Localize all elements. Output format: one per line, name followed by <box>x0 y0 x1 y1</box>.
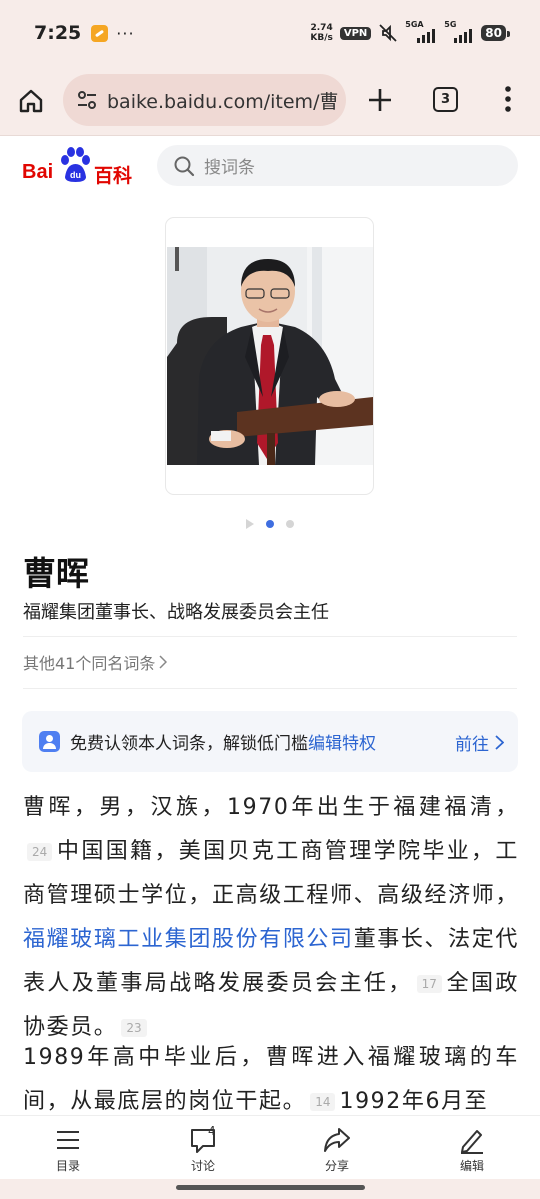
network-speed-value: 2.74 <box>310 23 333 33</box>
chevron-right-icon <box>495 735 504 750</box>
claim-text-prefix: 免费认领本人词条，解锁低门槛 <box>70 734 308 754</box>
reference-marker[interactable]: 23 <box>121 1019 147 1037</box>
summary-text: 中国国籍，美国贝克工商管理学院毕业，工商管理硕士学位，正高级工程师、高级经济师， <box>23 839 519 908</box>
other-entries-label[interactable]: 其他41个同名词条 <box>23 650 155 674</box>
discuss-count: 4 <box>208 1124 216 1138</box>
chevron-right-icon <box>159 655 168 669</box>
home-gesture-bar[interactable] <box>176 1185 365 1190</box>
toc-label: 目录 <box>55 1159 80 1173</box>
notification-app-icon <box>91 24 109 42</box>
list-icon <box>57 1131 79 1149</box>
discuss-label: 讨论 <box>190 1159 215 1173</box>
pencil-icon <box>461 1130 483 1154</box>
new-tab-icon[interactable] <box>366 86 394 114</box>
claim-go-button[interactable]: 前往 <box>455 730 504 755</box>
discuss-button[interactable]: 4 讨论 <box>163 1124 243 1174</box>
logo-text-du: du <box>70 170 81 180</box>
share-label: 分享 <box>324 1159 349 1173</box>
signal-5g-icon: 5G <box>444 20 474 43</box>
network-speed: 2.74 KB/s <box>310 23 332 43</box>
reference-marker[interactable]: 17 <box>416 975 442 993</box>
summary-text: 曹晖，男，汉族，1970年出生于福建福清， <box>23 795 519 820</box>
share-icon <box>324 1128 350 1152</box>
status-time: 7:25 <box>34 22 82 44</box>
signal-5g-label: 5G <box>444 20 457 29</box>
vpn-badge: VPN <box>339 26 372 40</box>
baidu-baike-logo[interactable]: Bai du 百科 <box>22 143 133 187</box>
portrait-photo[interactable] <box>167 247 373 465</box>
company-link[interactable]: 福耀玻璃工业集团股份有限公司 <box>23 927 354 952</box>
mute-icon <box>379 24 397 42</box>
claim-text-highlight[interactable]: 编辑特权 <box>308 734 376 754</box>
divider <box>23 688 517 689</box>
logo-text-baike: 百科 <box>94 165 133 187</box>
career-paragraph: 1989年高中毕业后，曹晖进入福耀玻璃的车间，从最底层的岗位干起。 14 1992年… <box>23 1036 519 1124</box>
site-settings-icon[interactable] <box>75 88 99 112</box>
carousel-dot-active[interactable] <box>266 520 274 528</box>
entry-subtitle: 福耀集团董事长、战略发展委员会主任 <box>23 602 329 623</box>
toc-button[interactable]: 目录 <box>28 1125 108 1174</box>
page-title: 曹晖 <box>23 554 89 593</box>
baidu-paw-icon: du <box>61 147 90 182</box>
user-icon <box>39 731 60 752</box>
search-icon <box>174 156 195 176</box>
logo-text-bai: Bai <box>22 161 54 183</box>
play-icon[interactable] <box>246 519 254 529</box>
claim-entry-banner[interactable]: 免费认领本人词条，解锁低门槛编辑特权 前往 <box>22 711 518 772</box>
search-input[interactable]: 搜词条 <box>157 145 518 186</box>
status-bar: 7:25 ··· 2.74 KB/s VPN 5GA 5G 80 <box>0 0 540 66</box>
other-entries-link[interactable]: 其他41个同名词条 <box>23 650 168 674</box>
address-bar[interactable]: baike.baidu.com/item/曹 <box>63 74 346 126</box>
baike-header: Bai du 百科 搜词条 <box>0 137 540 197</box>
browser-toolbar: baike.baidu.com/item/曹 3 <box>0 66 540 136</box>
carousel-dot[interactable] <box>286 520 294 528</box>
divider <box>23 636 517 637</box>
entry-photo-card[interactable] <box>165 217 374 495</box>
address-url[interactable]: baike.baidu.com/item/曹 <box>107 87 338 114</box>
more-menu-icon[interactable] <box>500 84 516 114</box>
career-text: 1992年6月至 <box>339 1089 489 1114</box>
signal-5ga-label: 5GA <box>405 20 424 29</box>
signal-5ga-icon: 5GA <box>405 20 437 43</box>
edit-button[interactable]: 编辑 <box>432 1125 512 1174</box>
reference-marker[interactable]: 14 <box>310 1093 336 1111</box>
search-placeholder: 搜词条 <box>204 158 255 178</box>
battery-icon: 80 <box>481 25 510 41</box>
summary-paragraph: 曹晖，男，汉族，1970年出生于福建福清， 24 中国国籍，美国贝克工商管理学院毕业… <box>23 786 519 1050</box>
more-notifications-icon: ··· <box>116 23 135 43</box>
reference-marker[interactable]: 24 <box>27 843 53 861</box>
network-speed-unit: KB/s <box>310 33 333 43</box>
bottom-nav: 目录 4 讨论 分享 编辑 <box>0 1115 540 1179</box>
home-icon[interactable] <box>17 87 45 115</box>
claim-go-label[interactable]: 前往 <box>455 730 489 755</box>
share-button[interactable]: 分享 <box>297 1125 377 1174</box>
carousel-indicator <box>0 519 540 529</box>
tab-switcher-button[interactable]: 3 <box>433 87 458 112</box>
edit-label: 编辑 <box>459 1159 484 1173</box>
claim-text: 免费认领本人词条，解锁低门槛编辑特权 <box>70 729 376 754</box>
